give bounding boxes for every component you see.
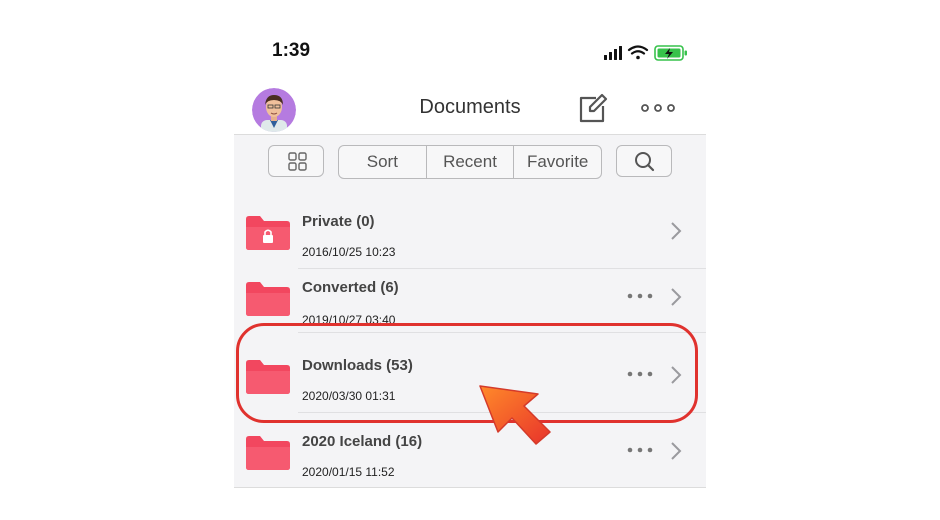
folder-date: 2020/01/15 11:52	[302, 465, 395, 479]
folder-row-iceland[interactable]: 2020 Iceland (16) 2020/01/15 11:52	[234, 423, 706, 487]
chevron-right-icon	[671, 442, 682, 460]
page-title: Documents	[419, 96, 521, 118]
folder-icon	[246, 436, 290, 470]
search-icon	[635, 152, 655, 172]
locked-folder-icon	[246, 216, 290, 250]
folder-icon	[246, 282, 290, 316]
sort-button[interactable]: Sort	[339, 146, 427, 178]
toolbar: Sort Recent Favorite	[234, 135, 706, 189]
signal-icon	[604, 46, 622, 60]
favorite-button[interactable]: Favorite	[514, 146, 601, 178]
status-time: 1:39	[272, 40, 311, 61]
pointer-arrow-icon	[479, 385, 551, 445]
folder-row-private[interactable]: Private (0) 2016/10/25 10:23	[234, 203, 706, 269]
chevron-right-icon	[671, 288, 682, 306]
search-button[interactable]	[616, 145, 672, 177]
folder-name: Private (0)	[302, 213, 375, 230]
battery-icon	[654, 45, 687, 61]
highlight-annotation	[236, 323, 698, 423]
more-dots-icon[interactable]	[626, 291, 654, 301]
grid-view-button[interactable]	[268, 145, 324, 177]
recent-button[interactable]: Recent	[427, 146, 515, 178]
folder-date: 2016/10/25 10:23	[302, 245, 396, 259]
sort-segmented-control: Sort Recent Favorite	[338, 145, 602, 179]
more-options-icon[interactable]	[640, 98, 676, 118]
folder-name: Converted (6)	[302, 279, 399, 296]
document-list-area: Sort Recent Favorite Private (0) 2016/10…	[234, 134, 706, 488]
folder-name: 2020 Iceland (16)	[302, 433, 423, 450]
wifi-icon	[627, 45, 649, 60]
chevron-right-icon	[671, 222, 682, 240]
more-dots-icon[interactable]	[626, 445, 654, 455]
compose-icon[interactable]	[576, 92, 608, 124]
grid-view-icon	[288, 152, 307, 171]
navigation-bar: Documents	[234, 86, 706, 134]
status-icons	[604, 45, 687, 61]
